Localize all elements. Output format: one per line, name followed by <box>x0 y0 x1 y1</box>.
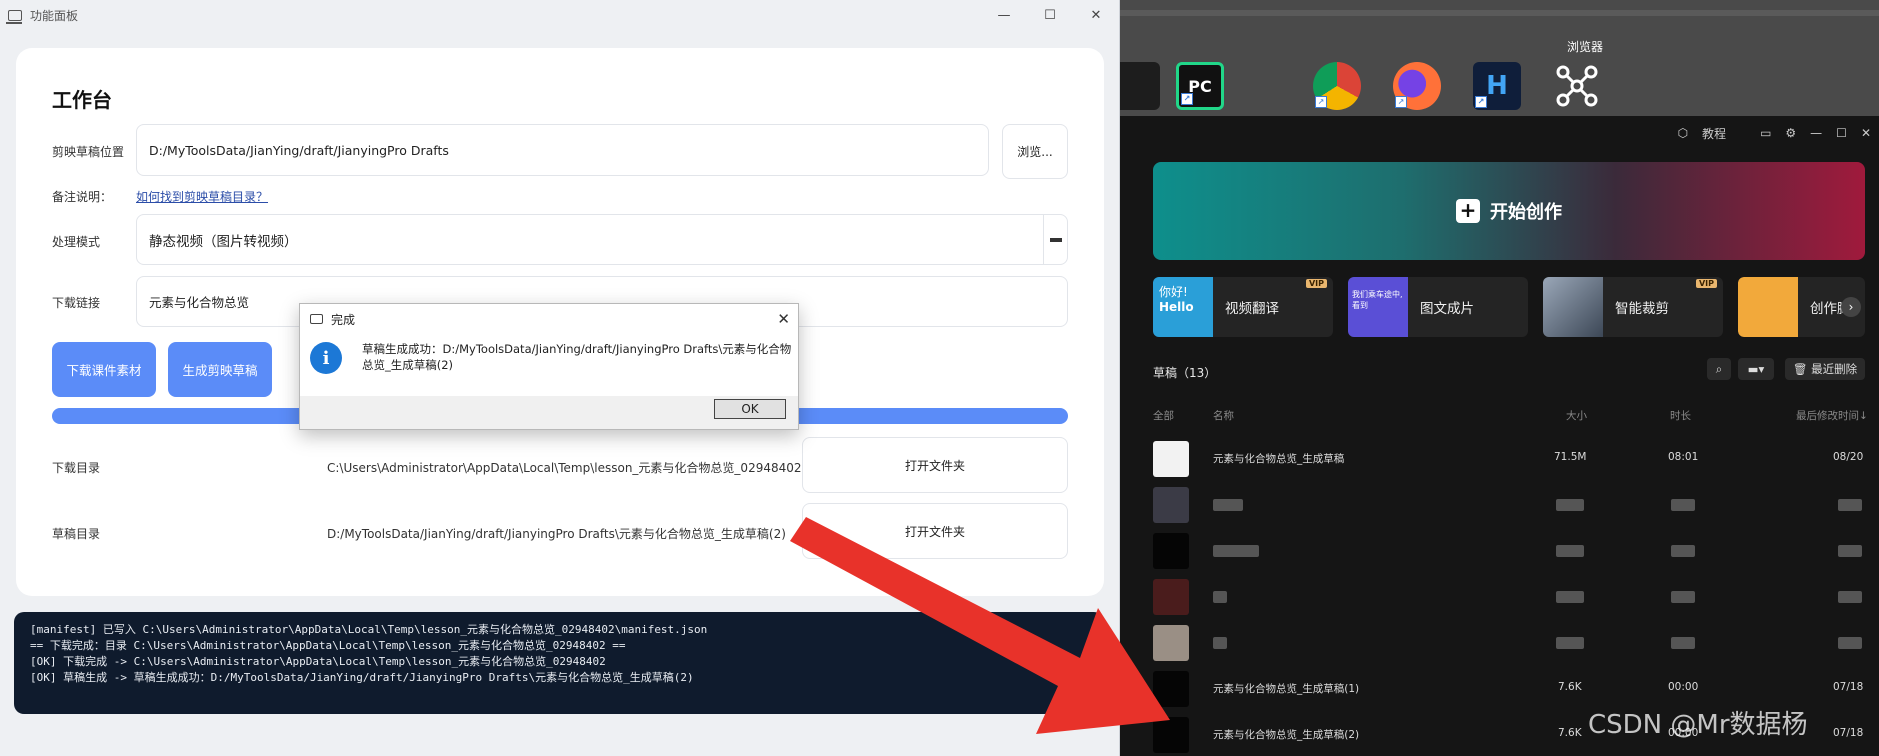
watermark: CSDN @Mr数据杨 <box>1588 710 1808 740</box>
red-arrow-annotation <box>790 517 1170 734</box>
